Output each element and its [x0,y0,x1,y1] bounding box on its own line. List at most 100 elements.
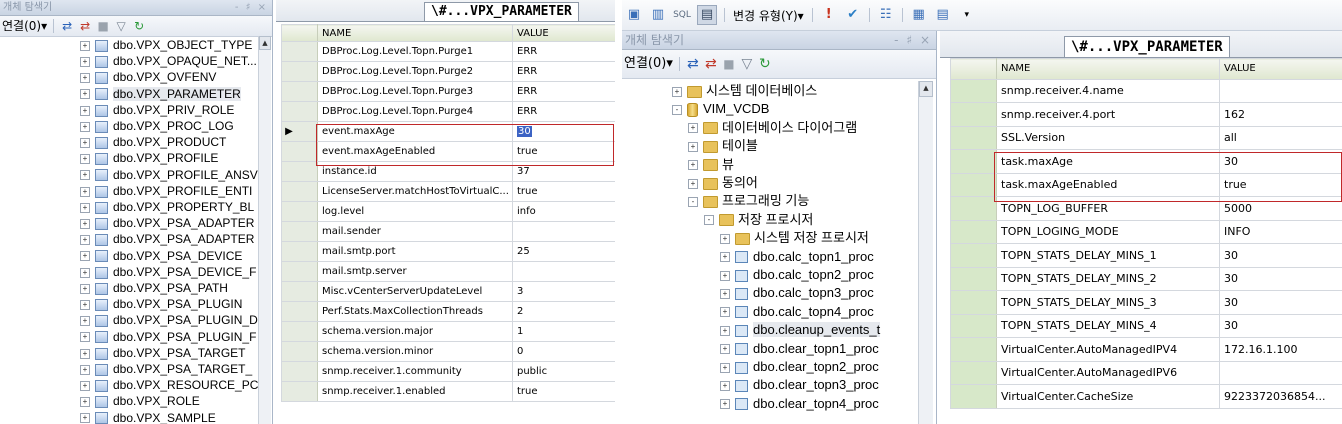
row-selector[interactable] [950,125,997,150]
tree-item[interactable]: + 시스템 저장 프로시저 [720,230,869,246]
tree-item[interactable]: + dbo.VPX_PSA_TARGET [80,346,246,360]
name-cell[interactable]: schema.version.minor [317,341,513,362]
name-cell[interactable]: TOPN_STATS_DELAY_MINS_3 [996,290,1220,315]
tree-item[interactable]: + 시스템 데이터베이스 [672,83,817,99]
tree-item[interactable]: + dbo.clear_topn4_proc [720,396,879,412]
name-cell[interactable]: log.level [317,201,513,222]
expand-icon[interactable]: + [720,288,730,299]
expand-icon[interactable]: + [80,267,90,278]
expand-icon[interactable]: + [80,413,90,424]
value-cell[interactable]: 37 [512,161,615,182]
row-selector[interactable] [950,313,997,338]
table-row[interactable]: ▶ event.maxAge 30 [281,121,615,142]
value-cell[interactable]: ERR [512,81,615,102]
name-cell[interactable]: schema.version.major [317,321,513,342]
tree-item[interactable]: + dbo.VPX_PROFILE [80,151,218,165]
expand-icon[interactable]: + [80,283,90,294]
disconnect-icon[interactable]: ⇄ [78,19,92,33]
expand-icon[interactable]: + [80,235,90,246]
name-cell[interactable]: Perf.Stats.MaxCollectionThreads [317,301,513,322]
table-row[interactable]: snmp.receiver.4.port 162 [950,102,1342,127]
row-selector[interactable] [950,266,997,291]
view-icon[interactable]: ▣ [625,6,643,24]
column-header-value[interactable]: VALUE [1219,58,1342,80]
tree-item[interactable]: + dbo.VPX_PSA_PATH [80,281,228,295]
row-selector[interactable] [281,321,318,342]
panel-pin-controls[interactable]: - ♯ × [235,0,268,15]
expand-icon[interactable]: + [688,178,698,189]
name-cell[interactable]: snmp.receiver.4.port [996,102,1220,127]
table-row[interactable]: VirtualCenter.CacheSize 9223372036854... [950,384,1342,409]
tree-scrollbar[interactable]: ▲ [258,36,271,424]
name-cell[interactable]: TOPN_STATS_DELAY_MINS_2 [996,266,1220,291]
table-row[interactable]: VirtualCenter.AutoManagedIPV4 172.16.1.10… [950,337,1342,362]
name-cell[interactable]: TOPN_STATS_DELAY_MINS_1 [996,243,1220,268]
table-row[interactable]: task.maxAge 30 [950,149,1342,174]
row-selector[interactable] [281,381,318,402]
table-row[interactable]: LicenseServer.matchHostToVirtualC... true [281,181,615,202]
value-cell[interactable]: 9223372036854... [1219,384,1342,409]
expand-icon[interactable]: + [720,325,730,336]
panel-pin-controls[interactable]: - ♯ × [894,31,932,49]
value-cell[interactable]: 30 [1219,313,1342,338]
value-cell[interactable]: 3 [512,281,615,302]
corner-cell[interactable] [950,58,997,80]
value-cell[interactable]: true [512,141,615,162]
row-selector[interactable] [950,384,997,409]
tree-item[interactable]: + dbo.VPX_PSA_TARGET_ [80,362,252,376]
row-selector[interactable] [281,201,318,222]
value-cell[interactable]: ERR [512,61,615,82]
expand-icon[interactable]: + [80,73,90,84]
table-row[interactable]: TOPN_LOG_BUFFER 5000 [950,196,1342,221]
connect-dropdown[interactable]: 연결(0)▾ [0,16,49,36]
tree-item[interactable]: - 프로그래밍 기능 [688,193,809,209]
expand-icon[interactable]: + [80,138,90,149]
tree-item[interactable]: + dbo.VPX_PSA_ADAPTER [80,232,254,246]
disconnect-icon[interactable]: ⇄ [704,57,718,71]
tree-item[interactable]: + dbo.VPX_PROC_LOG [80,119,234,133]
expand-icon[interactable]: + [688,160,698,171]
name-cell[interactable]: TOPN_STATS_DELAY_MINS_4 [996,313,1220,338]
row-selector[interactable] [950,219,997,244]
expand-icon[interactable]: + [80,121,90,132]
tree-item[interactable]: + dbo.calc_topn4_proc [720,304,874,320]
expand-icon[interactable]: + [720,362,730,373]
table-row[interactable]: snmp.receiver.1.community public [281,361,615,382]
stop-icon[interactable]: ■ [96,19,110,33]
table-row[interactable]: task.maxAgeEnabled true [950,172,1342,197]
table-row[interactable]: mail.smtp.port 25 [281,241,615,262]
expand-icon[interactable]: + [80,332,90,343]
tree-item[interactable]: + dbo.clear_topn2_proc [720,359,879,375]
expand-icon[interactable]: + [720,307,730,318]
collapse-icon[interactable]: - [704,215,714,226]
expand-icon[interactable]: + [672,86,682,97]
name-cell[interactable]: mail.smtp.port [317,241,513,262]
tree-item[interactable]: + dbo.VPX_OVFENV [80,70,216,84]
expand-icon[interactable]: + [720,252,730,263]
name-cell[interactable]: LicenseServer.matchHostToVirtualC... [317,181,513,202]
expand-icon[interactable]: + [720,380,730,391]
table-row[interactable]: mail.smtp.server [281,261,615,282]
scroll-up-button[interactable]: ▲ [919,81,933,97]
tree-item[interactable]: + 데이터베이스 다이어그램 [688,120,857,136]
tree-item[interactable]: + 동의어 [688,175,758,191]
row-selector[interactable] [281,361,318,382]
table-row[interactable]: schema.version.minor 0 [281,341,615,362]
row-selector[interactable] [281,81,318,102]
corner-cell[interactable] [281,24,318,42]
value-cell[interactable]: 172.16.1.100 [1219,337,1342,362]
expand-icon[interactable]: + [80,364,90,375]
table-row[interactable]: DBProc.Log.Level.Topn.Purge2 ERR [281,61,615,82]
connect-dropdown[interactable]: 연결(0)▾ [622,50,675,78]
row-selector[interactable] [281,221,318,242]
name-cell[interactable]: TOPN_LOG_BUFFER [996,196,1220,221]
row-selector[interactable] [950,360,997,385]
table-row[interactable]: DBProc.Log.Level.Topn.Purge4 ERR [281,101,615,122]
row-selector[interactable]: ▶ [281,121,318,142]
value-cell[interactable]: 162 [1219,102,1342,127]
name-cell[interactable]: mail.smtp.server [317,261,513,282]
tree-item[interactable]: + dbo.VPX_PARAMETER [80,86,241,101]
table-row[interactable]: snmp.receiver.4.name [950,78,1342,103]
name-cell[interactable]: mail.sender [317,221,513,242]
table-row[interactable]: TOPN_STATS_DELAY_MINS_4 30 [950,313,1342,338]
